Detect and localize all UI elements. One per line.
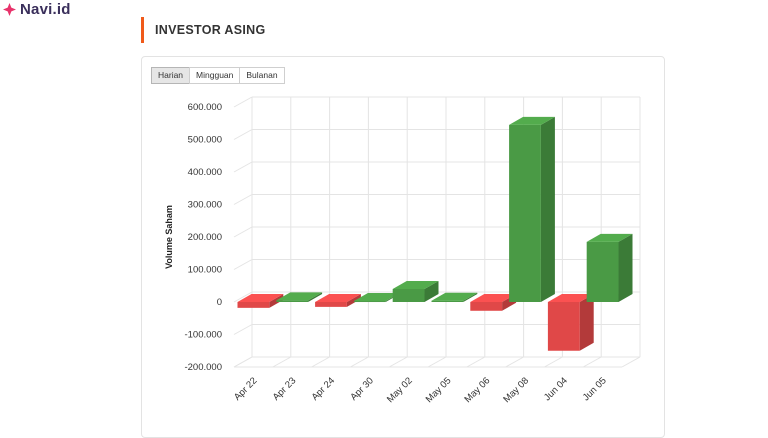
y-tick-label: -200.000 [184,362,222,373]
grid-side-line [233,324,253,335]
x-tick-label: May 02 [385,375,415,405]
y-axis-title: Volume Saham [164,205,174,269]
floor-gridline [466,356,486,368]
bar-side [579,294,594,351]
bar-front [353,301,386,303]
floor-gridline [621,356,641,368]
brand-name: Navi.id [20,1,71,18]
y-tick-label: 200.000 [188,232,222,243]
y-tick-label: 0 [217,297,222,308]
bar-front [276,300,309,302]
bar-front [470,302,503,311]
brand[interactable]: Navi.id [3,1,71,18]
grid-side-line [233,259,253,270]
x-tick-label: Apr 22 [232,375,260,403]
bar-front [586,241,619,302]
bar-may-02[interactable] [392,281,439,302]
floor-gridline [427,356,447,368]
floor-gridline [388,356,408,368]
grid-side-line [233,226,253,238]
bar-front [237,302,270,308]
y-tick-label: 300.000 [188,200,222,211]
bar-apr-23[interactable] [276,292,323,302]
section-title: INVESTOR ASING [141,17,265,43]
period-tabs: Harian Mingguan Bulanan [151,67,285,84]
bar-front [392,289,425,302]
bar-may-08[interactable] [509,116,555,302]
floor-gridline [505,356,524,368]
floor-gridline [311,356,330,368]
bar-jun-04[interactable] [547,294,594,351]
x-tick-label: May 06 [463,375,493,405]
volume-chart: 600.000 500.000 400.000 300.000 200.000 100.0… [164,96,641,405]
floor-gridline [544,356,563,368]
floor-gridline [350,356,369,368]
bar-front [509,124,541,302]
x-tick-label: Jun 05 [581,375,609,403]
x-tick-label: Apr 30 [348,375,376,403]
bar-apr-24[interactable] [315,294,361,307]
tab-bulanan[interactable]: Bulanan [239,67,285,84]
grid-side-line [233,194,253,205]
bar-side [618,233,633,302]
bar-may-05[interactable] [431,292,478,302]
floor-gridline [233,356,253,368]
bar-front [547,302,580,351]
tab-mingguan[interactable]: Mingguan [189,67,241,84]
navi-logo-icon [3,3,16,16]
bar-front [315,302,347,307]
bar-jun-05[interactable] [586,233,633,302]
y-tick-label: 500.000 [188,135,222,146]
bar-front [431,300,464,302]
chart-card: 600.000 500.000 400.000 300.000 200.000 100.0… [141,56,665,438]
floor-gridline [272,356,292,368]
y-tick-label: 100.000 [188,265,222,276]
grid-side-line [233,161,253,173]
x-tick-label: Apr 24 [310,375,338,403]
x-tick-label: May 08 [501,375,531,405]
floor-gridline [582,356,602,368]
x-tick-label: May 05 [424,375,454,405]
x-tick-label: Apr 23 [271,375,299,403]
tab-harian[interactable]: Harian [151,67,191,84]
y-tick-label: 600.000 [188,102,222,113]
bar-side [540,116,555,302]
x-tick-label: Jun 04 [542,375,570,403]
grid-side-line [233,129,253,140]
y-tick-label: 400.000 [188,167,222,178]
y-tick-label: -100.000 [184,330,222,341]
grid-side-line [233,96,253,108]
